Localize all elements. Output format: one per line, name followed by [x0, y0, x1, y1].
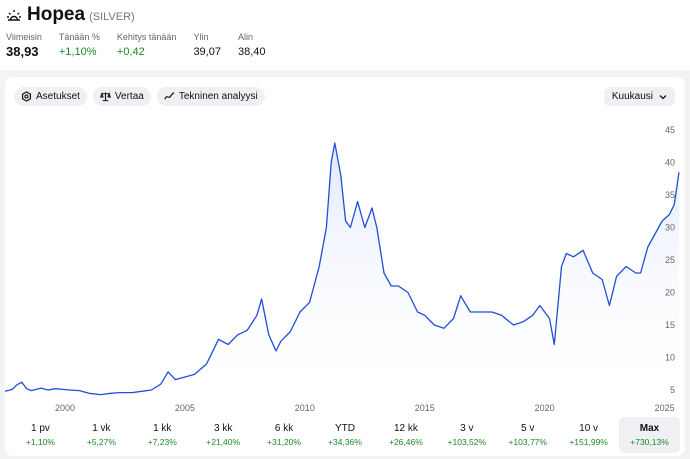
x-tick-label: 2020	[535, 403, 555, 413]
compare-button[interactable]: Vertaa	[92, 87, 151, 106]
range-button[interactable]: 12 kk +26,46%	[375, 417, 436, 453]
price-chart[interactable]: 51015202530354045 2000 2005 2010 2015 2020 20…	[5, 117, 685, 413]
range-button[interactable]: 3 v +103,52%	[436, 417, 497, 453]
range-label: 6 kk	[274, 423, 294, 434]
range-label: 12 kk	[393, 423, 418, 434]
stat-1: Tänään % +1,10%	[59, 32, 100, 59]
gear-icon	[21, 91, 32, 102]
range-change: +103,52%	[447, 437, 487, 447]
range-change: +7,23%	[147, 437, 177, 447]
range-label: YTD	[334, 423, 355, 434]
y-tick-label: 45	[665, 125, 675, 135]
range-button[interactable]: 3 kk +21,40%	[193, 417, 254, 453]
range-label: 10 v	[579, 423, 599, 434]
x-tick-label: 2000	[55, 403, 75, 413]
y-tick-label: 40	[665, 158, 675, 168]
chart-card: Asetukset Vertaa Tekninen analyysi Kuuka…	[5, 77, 685, 456]
scale-icon	[99, 92, 111, 102]
stat-value: +1,10%	[58, 46, 97, 58]
stat-label: Alin	[237, 32, 253, 42]
stat-value: 38,40	[237, 46, 266, 58]
x-tick-label: 2015	[415, 403, 435, 413]
range-change: +1,10%	[25, 437, 55, 447]
stat-value: +0,42	[116, 46, 145, 58]
stat-3: Ylin 39,07	[193, 32, 221, 59]
stat-value: 38,93	[6, 44, 39, 59]
time-range-selector: 1 pv +1,10% 1 vk +5,27% 1 kk +7,23% 3 kk +21,40…	[10, 417, 680, 453]
range-button[interactable]: 6 kk +31,20%	[254, 417, 315, 453]
range-change: +26,46%	[388, 437, 423, 447]
range-button[interactable]: YTD +34,36%	[315, 417, 376, 453]
settings-label: Asetukset	[36, 91, 80, 102]
range-label: 5 v	[521, 423, 535, 434]
period-select-value: Kuukausi	[611, 91, 653, 102]
stat-0: Viimeisin 38,93	[6, 32, 42, 59]
chart-toolbar: Asetukset Vertaa Tekninen analyysi	[14, 87, 265, 106]
chevron-down-icon	[659, 94, 667, 99]
technical-analysis-button[interactable]: Tekninen analyysi	[156, 87, 265, 106]
range-label: 1 vk	[92, 423, 111, 434]
stat-4: Alin 38,40	[238, 32, 266, 59]
stat-label: Ylin	[193, 32, 209, 42]
range-change: +21,40%	[206, 437, 241, 447]
y-tick-label: 15	[665, 320, 675, 330]
range-button[interactable]: 1 pv +1,10%	[10, 417, 71, 453]
range-button[interactable]: Max +730,13%	[619, 417, 680, 453]
y-tick-label: 10	[665, 353, 675, 363]
range-button[interactable]: 1 vk +5,27%	[71, 417, 132, 453]
range-button[interactable]: 5 v +103,77%	[497, 417, 558, 453]
y-tick-label: 30	[665, 223, 675, 233]
settings-button[interactable]: Asetukset	[14, 87, 87, 106]
range-label: 1 kk	[153, 423, 172, 434]
range-button[interactable]: 10 v +151,99%	[558, 417, 619, 453]
sunrise-icon	[7, 10, 21, 21]
y-tick-label: 5	[670, 385, 675, 395]
range-change: +34,36%	[328, 437, 362, 447]
y-tick-label: 20	[665, 288, 675, 298]
x-tick-label: 2010	[295, 403, 315, 413]
range-change: +103,77%	[508, 437, 547, 447]
trend-line-icon	[164, 92, 175, 100]
ticker-symbol: (SILVER)	[89, 11, 135, 23]
page-title: Hopea	[27, 4, 86, 25]
x-tick-label: 2025	[655, 403, 675, 413]
compare-label: Vertaa	[114, 91, 144, 102]
range-change: +5,27%	[86, 437, 116, 447]
stat-label: Viimeisin	[6, 32, 42, 42]
period-select[interactable]: Kuukausi	[603, 87, 675, 106]
range-label: 3 kk	[214, 423, 233, 434]
price-stats: Viimeisin 38,93 Tänään % +1,10% Kehitys tänä…	[6, 32, 283, 59]
range-change: +31,20%	[267, 437, 301, 447]
stat-label: Tänään %	[58, 32, 100, 42]
range-change: +730,13%	[630, 437, 669, 447]
x-tick-label: 2005	[175, 403, 195, 413]
range-change: +151,99%	[569, 437, 608, 447]
stat-value: 39,07	[193, 46, 221, 58]
stat-label: Kehitys tänään	[116, 32, 177, 42]
range-label: 1 pv	[31, 423, 50, 434]
y-tick-label: 35	[665, 190, 675, 200]
stat-2: Kehitys tänään +0,42	[117, 32, 177, 59]
range-button[interactable]: 1 kk +7,23%	[132, 417, 193, 453]
y-tick-label: 25	[665, 255, 675, 265]
title-row: Hopea (SILVER)	[6, 4, 135, 26]
range-label: Max	[639, 423, 660, 434]
range-label: 3 v	[460, 423, 474, 434]
header: Hopea (SILVER) Viimeisin 38,93 Tänään % +1,…	[0, 0, 690, 70]
technical-analysis-label: Tekninen analyysi	[178, 91, 258, 102]
